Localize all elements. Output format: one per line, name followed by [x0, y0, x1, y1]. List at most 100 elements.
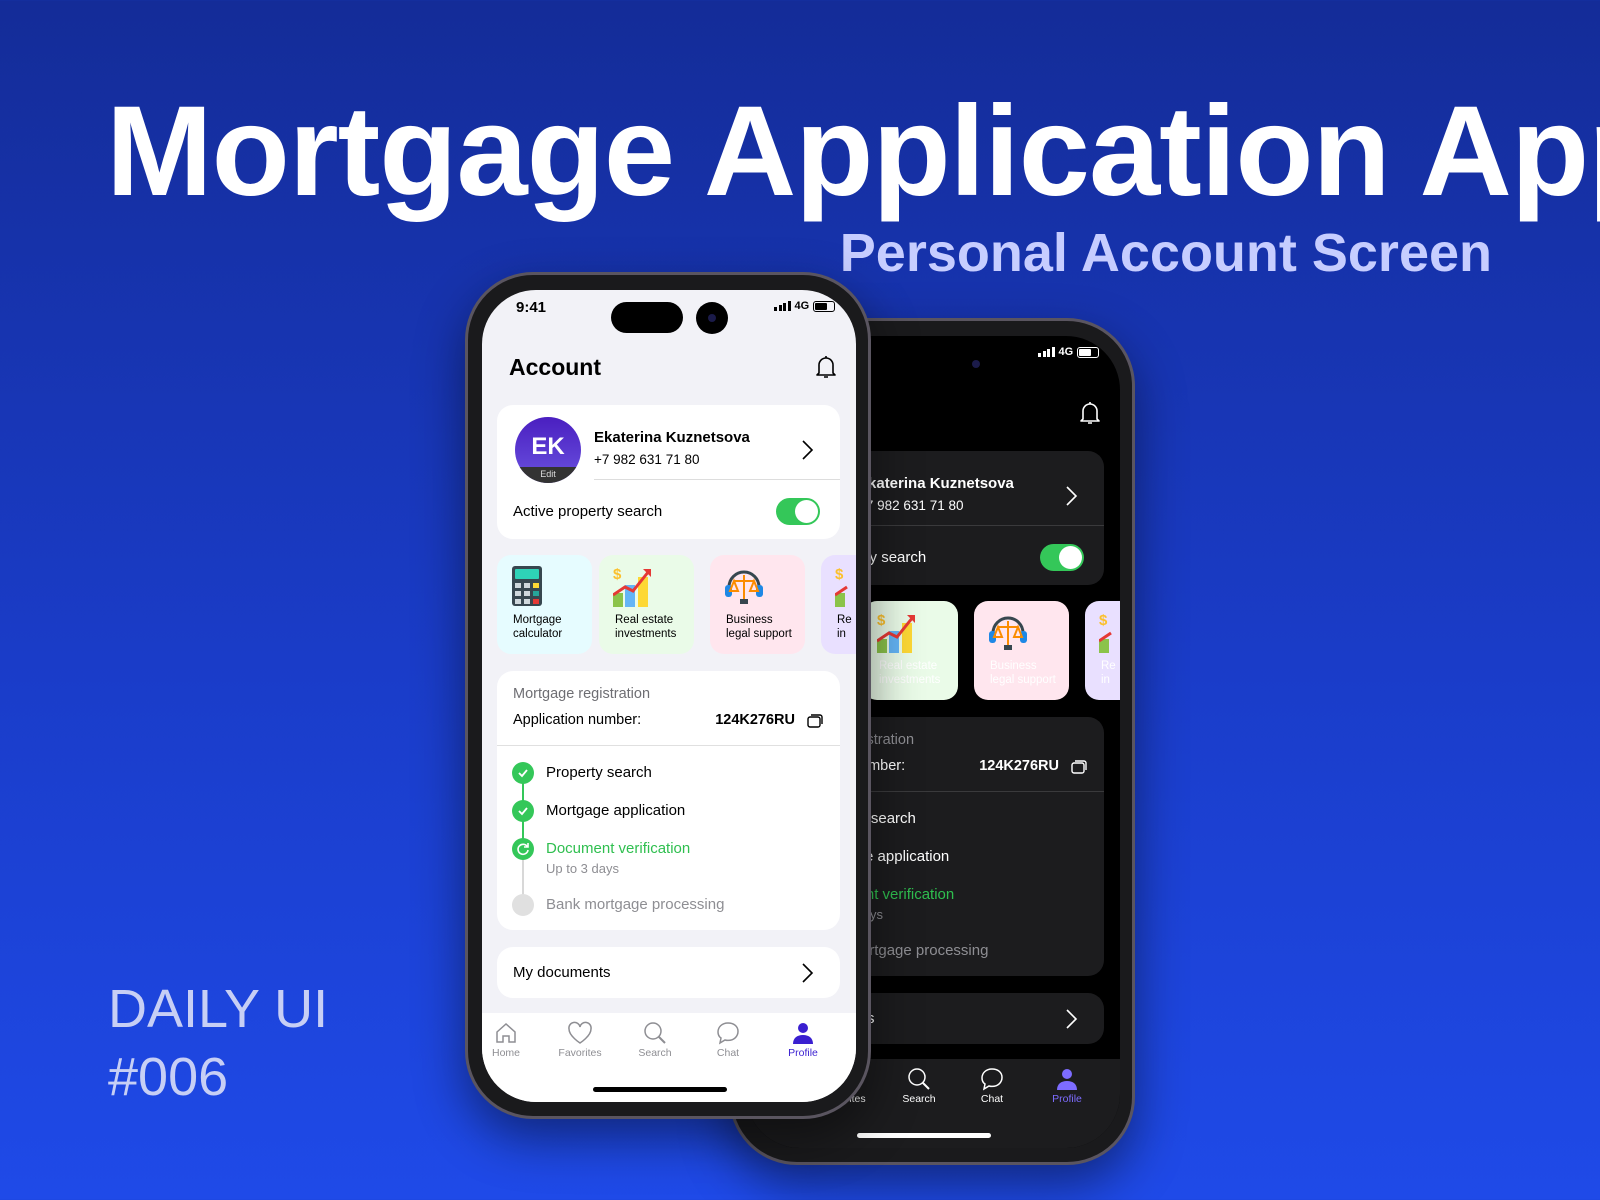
bell-icon[interactable]	[1078, 400, 1102, 426]
page-title: Account	[509, 354, 601, 380]
step-label: Mortgage application	[546, 802, 686, 819]
active-search-toggle[interactable]	[1040, 544, 1084, 571]
tab-chat[interactable]: Chat	[693, 1013, 763, 1059]
chevron-right-icon	[1066, 1009, 1078, 1029]
service-tile-business-legal-support[interactable]: Business legal support	[710, 555, 805, 654]
step-done-icon	[512, 762, 534, 784]
home-icon	[496, 1022, 516, 1043]
svg-text:$: $	[613, 566, 622, 583]
growth-chart-icon: $	[613, 566, 651, 607]
tab-chat[interactable]: Chat	[957, 1059, 1027, 1105]
growth-chart-icon: $	[835, 566, 848, 607]
heart-icon	[568, 1021, 592, 1044]
step-label: Bank mortgage processing	[546, 896, 725, 913]
divider	[497, 745, 840, 746]
chat-icon	[717, 1022, 739, 1045]
registration-title: Mortgage registration	[513, 686, 651, 702]
status-time: 9:41	[516, 299, 547, 316]
tab-search[interactable]: Search	[884, 1059, 954, 1105]
tile-label-1: Real estate	[879, 660, 938, 672]
signal-icon	[774, 301, 791, 311]
legal-support-icon	[725, 570, 763, 604]
tile-label-2: investments	[879, 674, 941, 686]
chevron-right-icon[interactable]	[1064, 485, 1078, 507]
avatar[interactable]: EK Edit	[515, 417, 581, 483]
active-property-search-label: Active property search	[513, 503, 663, 520]
application-number: 124K276RU	[979, 758, 1059, 774]
tab-label: Profile	[1052, 1093, 1082, 1105]
step-sub-label: Up to 3 days	[546, 861, 619, 876]
avatar-edit-label[interactable]: Edit	[515, 467, 581, 483]
svg-text:$: $	[877, 612, 886, 629]
account-screen: 9:41 4G Account EK Edit Ekaterina Kuznet…	[482, 290, 856, 1102]
growth-chart-icon: $	[1099, 612, 1112, 653]
calculator-icon	[512, 566, 542, 606]
tile-label-1: Business	[726, 614, 773, 626]
my-documents-label: My documents	[513, 964, 611, 981]
tab-label: Profile	[788, 1047, 818, 1059]
step-label: Property search	[546, 764, 652, 781]
my-documents-row[interactable]: My documents	[497, 947, 840, 998]
tab-search[interactable]: Search	[620, 1013, 690, 1059]
tab-profile[interactable]: Profile	[768, 1013, 838, 1059]
tab-label: Home	[491, 1047, 520, 1059]
tile-label-1: Real estate	[615, 614, 674, 626]
tab-label: Search	[638, 1047, 672, 1059]
avatar-initials: EK	[531, 433, 565, 460]
profile-card[interactable]: EK Edit Ekaterina Kuznetsova +7 982 631 …	[497, 405, 840, 539]
network-label: 4G	[1058, 346, 1074, 358]
light-phone-mockup: 9:41 4G Account EK Edit Ekaterina Kuznet…	[465, 272, 871, 1119]
daily-ui-number: #006	[108, 1047, 229, 1107]
chevron-right-icon	[802, 963, 814, 983]
service-tile-real-estate-investments[interactable]: $ Real estate investments	[599, 555, 694, 654]
search-icon	[908, 1068, 930, 1090]
tab-profile[interactable]: Profile	[1032, 1059, 1102, 1105]
battery-icon	[813, 300, 836, 312]
copy-icon[interactable]	[807, 714, 823, 728]
profile-icon	[1057, 1069, 1077, 1090]
status-indicators: 4G	[1038, 346, 1100, 358]
step-in-progress-icon	[512, 838, 534, 860]
service-tile-mortgage-calculator[interactable]: Mortgage calculator	[497, 555, 592, 654]
step-pending-icon	[512, 894, 534, 916]
tab-label: Chat	[716, 1047, 740, 1059]
service-tile-business-legal-support[interactable]: Business legal support	[974, 601, 1069, 700]
active-search-toggle[interactable]	[776, 498, 820, 525]
tab-label: Chat	[980, 1093, 1004, 1105]
dynamic-island	[875, 348, 947, 379]
tile-label-2: calculator	[513, 628, 563, 640]
tab-label: Favorites	[558, 1047, 602, 1059]
poster-subtitle: Personal Account Screen	[839, 223, 1492, 283]
divider	[858, 525, 1104, 526]
application-number: 124K276RU	[715, 712, 795, 728]
tile-label-1: Business	[990, 660, 1037, 672]
profile-icon	[793, 1023, 813, 1044]
svg-text:$: $	[1099, 612, 1108, 629]
tile-label-2: investments	[615, 628, 677, 640]
chevron-right-icon[interactable]	[800, 439, 814, 461]
tile-label-1: Re	[837, 614, 852, 626]
service-tile-partial[interactable]: $ Re in	[821, 555, 856, 654]
service-tile-real-estate-investments[interactable]: $ Real estate investments	[863, 601, 958, 700]
copy-icon[interactable]	[1071, 760, 1087, 774]
battery-icon	[1077, 346, 1100, 358]
svg-text:$: $	[835, 566, 844, 583]
home-indicator	[857, 1133, 991, 1138]
tab-label: Search	[902, 1093, 936, 1105]
tab-favorites[interactable]: Favorites	[545, 1013, 615, 1059]
tab-home[interactable]: Home	[482, 1013, 541, 1059]
profile-phone: +7 982 631 71 80	[594, 452, 700, 467]
divider	[594, 479, 840, 480]
network-label: 4G	[794, 300, 810, 312]
camera	[960, 348, 992, 380]
mortgage-registration-card: Mortgage registration Application number…	[497, 671, 840, 930]
tile-label-2: legal support	[990, 674, 1056, 686]
profile-name: Ekaterina Kuznetsova	[594, 429, 750, 446]
profile-name: Ekaterina Kuznetsova	[858, 475, 1014, 492]
camera	[696, 302, 728, 334]
status-indicators: 4G	[774, 300, 836, 312]
bell-icon[interactable]	[814, 354, 838, 380]
signal-icon	[1038, 347, 1055, 357]
tile-label-2: in	[1101, 674, 1110, 686]
service-tile-partial[interactable]: $ Re in	[1085, 601, 1120, 700]
